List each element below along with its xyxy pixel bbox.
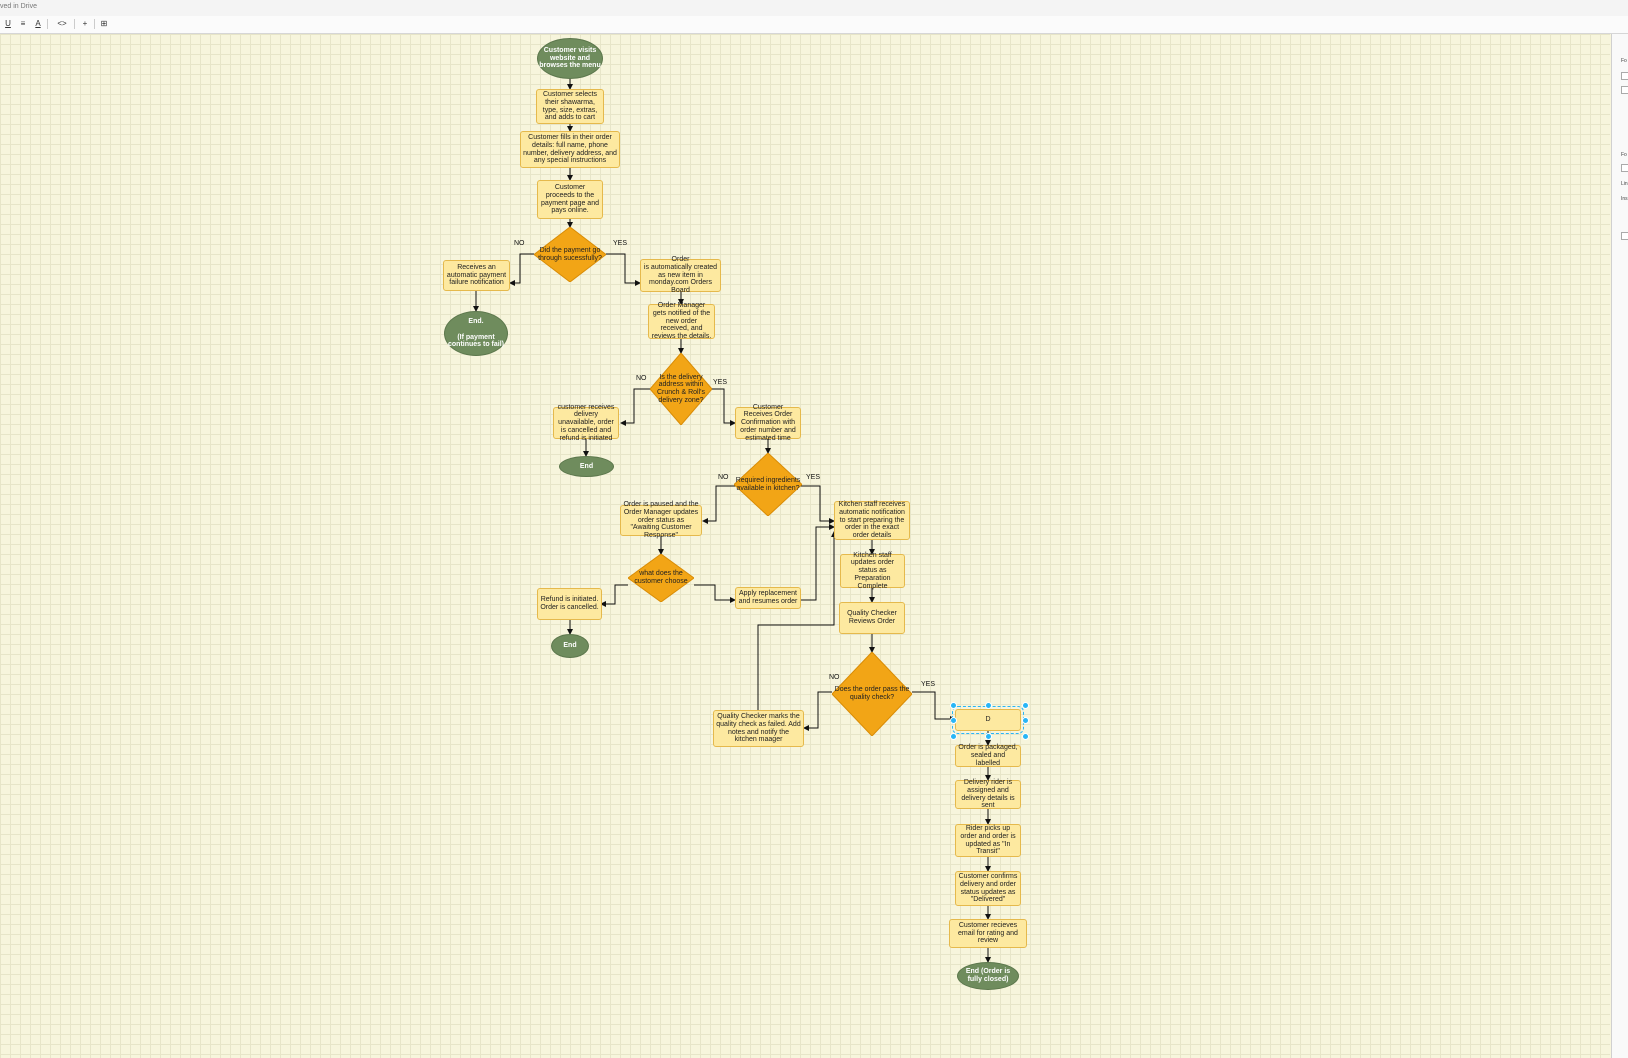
- refund-step[interactable]: Refund is initiated. Order is cancelled.: [537, 588, 602, 620]
- format-toolbar: U ≡ A <> + ⊞: [0, 16, 1628, 34]
- connector: [606, 253, 641, 286]
- decision-text: Required ingredients available in kitche…: [735, 476, 801, 492]
- zone-no-label: NO: [636, 375, 647, 382]
- ingredients-decision[interactable]: Required ingredients available in kitche…: [734, 453, 802, 516]
- selected-shape[interactable]: D: [952, 706, 1024, 734]
- panel-checkbox[interactable]: [1621, 72, 1628, 80]
- connector: [912, 691, 956, 722]
- quality-no-label: NO: [829, 674, 840, 681]
- ingredients-yes-label: YES: [806, 474, 821, 481]
- code-button[interactable]: <>: [54, 18, 70, 30]
- fill-details-step[interactable]: Customer fills in their order details: f…: [520, 131, 620, 168]
- connector: [710, 388, 736, 426]
- panel-label: Fo: [1621, 152, 1627, 158]
- decision-text: Is the delivery address within Crunch & …: [656, 373, 706, 404]
- panel-label: Ins: [1621, 196, 1628, 202]
- insert-button[interactable]: +: [79, 18, 91, 30]
- decision-text: what does the customer choose: [634, 570, 688, 585]
- select-item-step[interactable]: Customer selects their shawarma, type, s…: [536, 89, 604, 124]
- apply-replacement-step[interactable]: Apply replacement and resumes order: [735, 587, 801, 609]
- quality-decision[interactable]: Does the order pass the quality check?: [832, 652, 912, 736]
- order-paused-step[interactable]: Order is paused and the Order Manager up…: [620, 501, 702, 539]
- decision-text: Does the order pass the quality check?: [834, 686, 910, 701]
- font-color-button[interactable]: A: [32, 18, 44, 30]
- connector: [800, 485, 835, 524]
- in-transit-step[interactable]: Rider picks up order and order is update…: [955, 824, 1021, 857]
- zone-decision[interactable]: Is the delivery address within Crunch & …: [650, 353, 712, 425]
- order-created-step[interactable]: Order is automatically created as new it…: [640, 256, 721, 294]
- start-node[interactable]: Customer visits website and browses the …: [537, 38, 603, 79]
- underline-button[interactable]: U: [2, 18, 14, 30]
- resize-handle[interactable]: [950, 717, 957, 724]
- connector: [620, 388, 652, 426]
- panel-checkbox[interactable]: [1621, 232, 1628, 240]
- end-zone-node[interactable]: End: [559, 456, 614, 477]
- kitchen-notified-step[interactable]: Kitchen staff receives automatic notific…: [834, 501, 910, 540]
- payment-no-label: NO: [514, 240, 525, 247]
- quality-yes-label: YES: [921, 681, 936, 688]
- manager-notified-step[interactable]: Order Manager gets notified of the new o…: [648, 302, 715, 340]
- resize-handle[interactable]: [950, 702, 957, 709]
- quality-failed-step[interactable]: Quality Checker marks the quality check …: [713, 710, 804, 747]
- panel-label: Lin: [1621, 181, 1628, 187]
- save-status: ved in Drive: [0, 3, 37, 10]
- connector: [803, 691, 832, 731]
- payment-failure-step[interactable]: Receives an automatic payment failure no…: [443, 260, 510, 291]
- rating-email-step[interactable]: Customer recieves email for rating and r…: [949, 919, 1027, 948]
- connector: [801, 524, 835, 601]
- connector-layer: [473, 79, 991, 963]
- delivered-step[interactable]: Customer confirms delivery and order sta…: [955, 871, 1021, 906]
- toolbar-divider: [47, 19, 48, 29]
- delivery-unavailable-step[interactable]: customer receives delivery unavailable, …: [553, 404, 619, 442]
- order-confirmation-step[interactable]: Customer Receives Order Confirmation wit…: [735, 404, 801, 442]
- ingredients-no-label: NO: [718, 474, 729, 481]
- connector: [694, 584, 736, 603]
- end-payment-fail-node[interactable]: End. (If payment continues to fail): [444, 311, 508, 356]
- zone-yes-label: YES: [713, 379, 728, 386]
- quality-review-step[interactable]: Quality Checker Reviews Order: [839, 602, 905, 634]
- toolbar-divider: [74, 19, 75, 29]
- connector: [702, 485, 736, 524]
- end-refund-node[interactable]: End: [551, 634, 589, 658]
- payment-yes-label: YES: [613, 240, 628, 247]
- connector: [757, 531, 837, 710]
- resize-handle[interactable]: [1022, 702, 1029, 709]
- panel-checkbox[interactable]: [1621, 164, 1628, 172]
- align-button[interactable]: ≡: [17, 18, 29, 30]
- resize-handle[interactable]: [1022, 717, 1029, 724]
- rider-assigned-step[interactable]: Delivery rider is assigned and delivery …: [955, 779, 1021, 809]
- top-bar: ved in Drive: [0, 0, 1628, 17]
- payment-decision[interactable]: Did the payment go through sucessfully?: [534, 227, 606, 282]
- payment-step[interactable]: Customer proceeds to the payment page an…: [537, 180, 603, 219]
- connector: [509, 253, 534, 286]
- resize-handle[interactable]: [1022, 733, 1029, 740]
- panel-checkbox[interactable]: [1621, 86, 1628, 94]
- panel-label: Fo: [1621, 58, 1627, 64]
- resize-handle[interactable]: [985, 702, 992, 709]
- diagram-canvas[interactable]: Customer visits website and browses the …: [0, 34, 1610, 1058]
- resize-handle[interactable]: [950, 733, 957, 740]
- resize-handle[interactable]: [985, 733, 992, 740]
- customer-choice-decision[interactable]: what does the customer choose: [628, 554, 694, 602]
- decision-text: Did the payment go through sucessfully?: [538, 246, 602, 262]
- table-button[interactable]: ⊞: [98, 18, 110, 30]
- format-panel: Fo Fo Lin Ins: [1611, 34, 1628, 1058]
- connector: [600, 584, 628, 607]
- prep-complete-step[interactable]: Kitchen staff updates order status as Pr…: [840, 552, 905, 590]
- toolbar-divider: [94, 19, 95, 29]
- end-final-node[interactable]: End (Order is fully closed): [957, 962, 1019, 990]
- packaged-step[interactable]: Order is packaged, sealed and labelled: [955, 744, 1021, 767]
